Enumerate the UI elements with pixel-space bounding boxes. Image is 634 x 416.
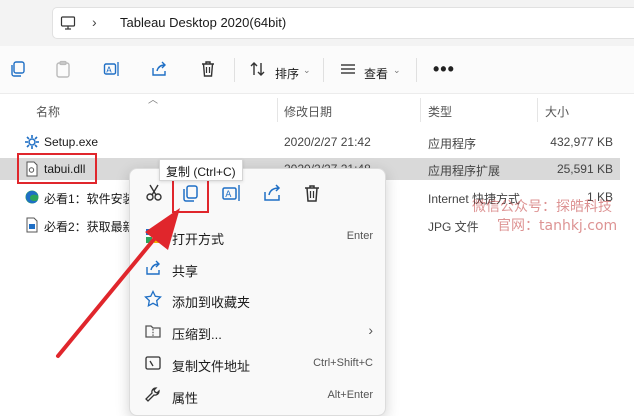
annotation-arrow: [56, 208, 180, 358]
